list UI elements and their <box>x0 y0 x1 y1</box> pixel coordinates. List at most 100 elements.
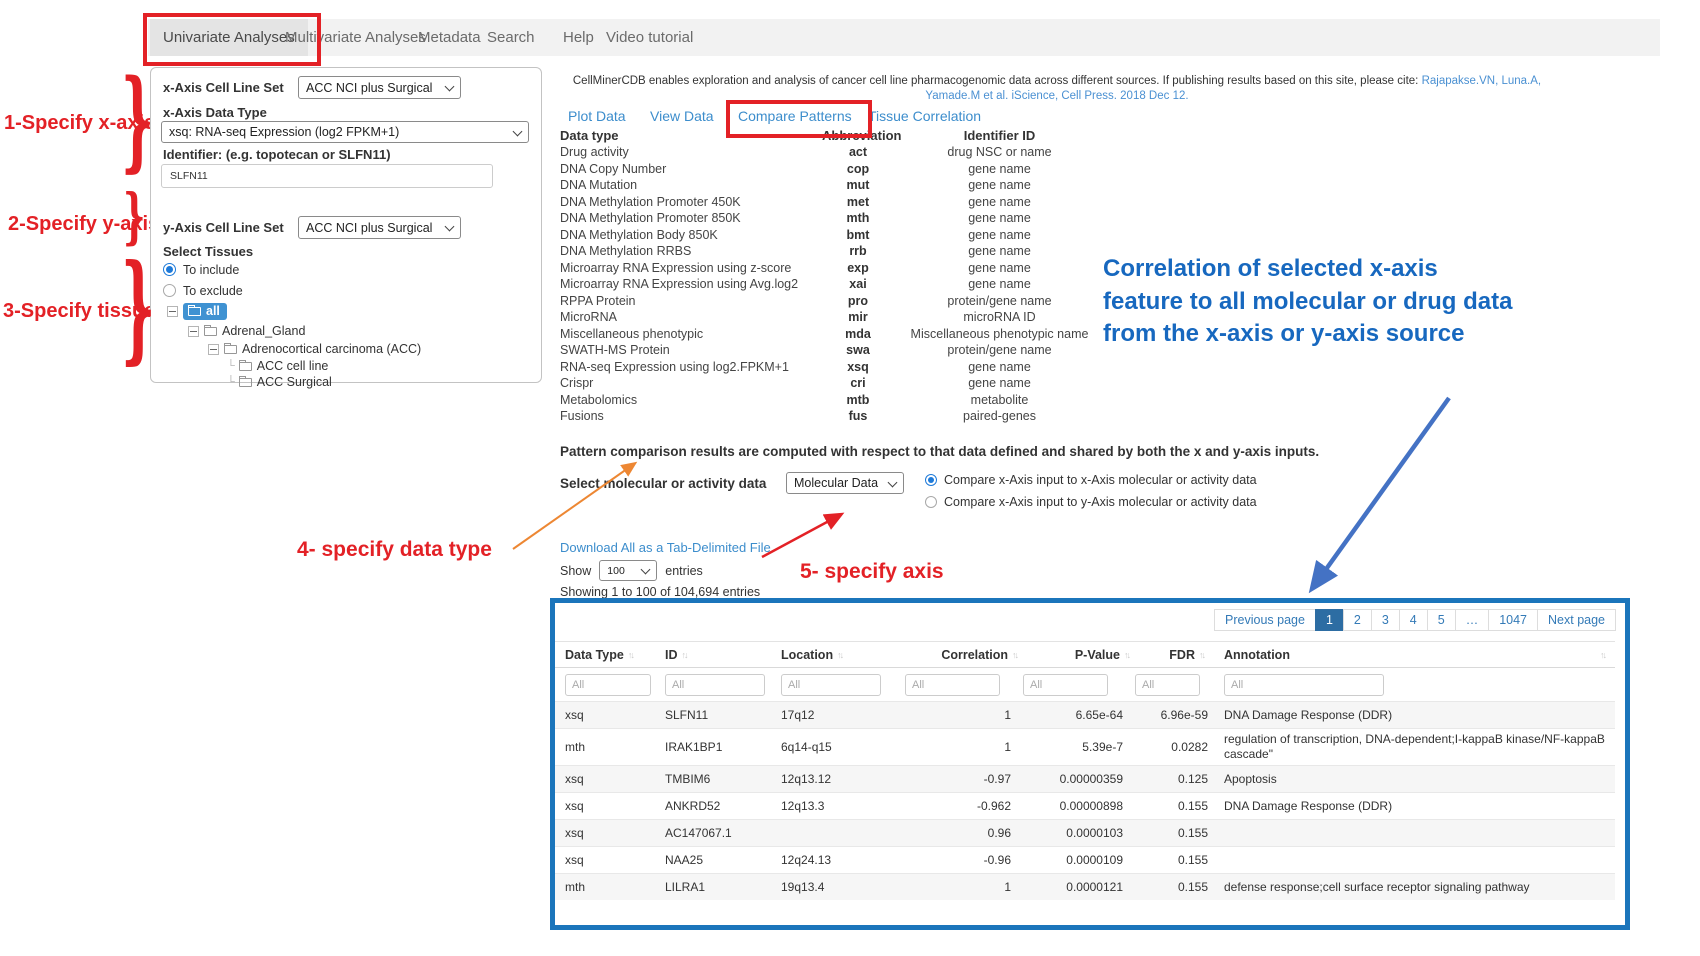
ref-cell-data-type: RPPA Protein <box>560 294 822 311</box>
page-button[interactable]: 2 <box>1343 609 1372 631</box>
column-header-location[interactable]: Location↑↓ <box>781 648 905 662</box>
sort-icon[interactable]: ↑↓ <box>1199 650 1204 660</box>
ref-cell-data-type: Drug activity <box>560 145 822 162</box>
result-row[interactable]: mthIRAK1BP16q14-q1515.39e-70.0282regulat… <box>555 728 1615 765</box>
exclude-label: To exclude <box>183 284 243 298</box>
sort-icon[interactable]: ↑↓ <box>837 650 842 660</box>
cell-p_value: 0.0000103 <box>1023 826 1135 840</box>
y-cell-line-set-select[interactable]: ACC NCI plus Surgical <box>298 216 461 239</box>
column-header-p-value[interactable]: P-Value ↑↓ <box>1023 648 1135 662</box>
chevron-down-icon <box>641 565 651 575</box>
column-header-fdr[interactable]: FDR↑↓ <box>1135 648 1210 662</box>
page-length-select[interactable]: 100 <box>599 560 657 581</box>
ref-cell-abbreviation: exp <box>822 261 894 278</box>
show-entries-row: Show 100 entries <box>560 560 703 581</box>
tab-plot-data[interactable]: Plot Data <box>568 108 626 124</box>
nav-help[interactable]: Help <box>563 19 594 56</box>
annotation-step4: 4- specify data type <box>297 538 492 562</box>
tab-tissue-correlation[interactable]: Tissue Correlation <box>868 108 981 124</box>
sort-icon[interactable]: ↑↓ <box>1012 650 1017 660</box>
sort-icon[interactable]: ↑↓ <box>1124 650 1129 660</box>
page-button[interactable]: 1 <box>1315 609 1344 631</box>
column-header-annotation[interactable]: Annotation↑↓ <box>1210 648 1605 662</box>
column-filter-input[interactable] <box>565 674 651 696</box>
collapse-icon[interactable] <box>167 306 178 317</box>
column-filter-input[interactable] <box>1023 674 1108 696</box>
ref-cell-identifier: gene name <box>894 360 1105 377</box>
x-data-type-select[interactable]: xsq: RNA-seq Expression (log2 FPKM+1) <box>161 121 529 143</box>
pattern-comparison-note: Pattern comparison results are computed … <box>560 444 1319 459</box>
ref-table-row: RNA-seq Expression using log2.FPKM+1xsqg… <box>560 360 1105 377</box>
nav-multivariate-analyses[interactable]: Multivariate Analyses <box>285 19 426 56</box>
result-row[interactable]: xsqAC147067.10.960.00001030.155 <box>555 819 1615 846</box>
tab-view-data[interactable]: View Data <box>650 108 714 124</box>
nav-video-tutorial[interactable]: Video tutorial <box>606 19 693 56</box>
ref-table-row: DNA Methylation Promoter 450Kmetgene nam… <box>560 195 1105 212</box>
result-row[interactable]: xsqNAA2512q24.13-0.960.00001090.155 <box>555 846 1615 873</box>
column-header-id[interactable]: ID↑↓ <box>665 648 781 662</box>
identifier-input[interactable] <box>161 164 493 188</box>
x-data-type-label: x-Axis Data Type <box>163 105 267 120</box>
ref-cell-identifier: gene name <box>894 195 1105 212</box>
tissues-exclude-option[interactable]: To exclude <box>163 284 243 298</box>
column-filter-input[interactable] <box>665 674 765 696</box>
radio-selected-icon <box>925 474 937 486</box>
nav-search[interactable]: Search <box>487 19 535 56</box>
ref-cell-data-type: Crispr <box>560 376 822 393</box>
ref-table-row: Drug activityactdrug NSC or name <box>560 145 1105 162</box>
page-button[interactable]: 5 <box>1427 609 1456 631</box>
ref-cell-abbreviation: mda <box>822 327 894 344</box>
result-row[interactable]: xsqANKRD5212q13.3-0.9620.000008980.155DN… <box>555 792 1615 819</box>
column-filter-input[interactable] <box>1135 674 1200 696</box>
column-filter-input[interactable] <box>1224 674 1384 696</box>
ref-table-row: Miscellaneous phenotypicmdaMiscellaneous… <box>560 327 1105 344</box>
column-filter-input[interactable] <box>905 674 1000 696</box>
previous-page-button[interactable]: Previous page <box>1214 609 1316 631</box>
tree-node-acc-cell-line[interactable]: └ ACC cell line <box>227 359 328 373</box>
filter-cell <box>1023 674 1135 696</box>
tree-node-label: Adrenocortical carcinoma (ACC) <box>242 342 421 356</box>
axis-settings-panel: x-Axis Cell Line Set ACC NCI plus Surgic… <box>150 67 542 383</box>
result-row[interactable]: mthLILRA119q13.410.00001210.155defense r… <box>555 873 1615 900</box>
compare-x-axis-option[interactable]: Compare x-Axis input to x-Axis molecular… <box>925 473 1257 487</box>
cell-p_value: 6.65e-64 <box>1023 708 1135 722</box>
page-button[interactable]: 4 <box>1399 609 1428 631</box>
download-all-link[interactable]: Download All as a Tab-Delimited File <box>560 540 771 555</box>
brace-step2: } <box>123 186 146 246</box>
tab-compare-patterns[interactable]: Compare Patterns <box>738 108 852 124</box>
result-row[interactable]: xsqSLFN1117q1216.65e-646.96e-59DNA Damag… <box>555 701 1615 728</box>
collapse-icon[interactable] <box>188 326 199 337</box>
folder-icon <box>239 378 252 387</box>
collapse-icon[interactable] <box>208 344 219 355</box>
ref-header-abbreviation: Abbreviation <box>822 128 894 145</box>
page-button[interactable]: 1047 <box>1488 609 1538 631</box>
cell-p_value: 0.00000359 <box>1023 772 1135 786</box>
page-button[interactable]: … <box>1455 609 1490 631</box>
tissues-include-option[interactable]: To include <box>163 263 239 277</box>
tree-node-acc[interactable]: Adrenocortical carcinoma (ACC) <box>208 342 421 356</box>
page-button[interactable]: 3 <box>1371 609 1400 631</box>
ref-cell-data-type: DNA Mutation <box>560 178 822 195</box>
ref-cell-abbreviation: bmt <box>822 228 894 245</box>
column-header-correlation[interactable]: Correlation↑↓ <box>905 648 1023 662</box>
molecular-data-select[interactable]: Molecular Data <box>786 472 904 494</box>
column-header-data-type[interactable]: Data Type↑↓ <box>565 648 665 662</box>
sort-icon[interactable]: ↑↓ <box>682 650 687 660</box>
column-filter-input[interactable] <box>781 674 881 696</box>
sort-icon[interactable]: ↑↓ <box>628 650 633 660</box>
folder-icon <box>188 307 201 316</box>
ref-cell-data-type: DNA Copy Number <box>560 162 822 179</box>
next-page-button[interactable]: Next page <box>1537 609 1616 631</box>
ref-header-identifier-id: Identifier ID <box>894 128 1105 145</box>
result-row[interactable]: xsqTMBIM612q13.12-0.970.000003590.125Apo… <box>555 765 1615 792</box>
compare-y-axis-option[interactable]: Compare x-Axis input to y-Axis molecular… <box>925 495 1257 509</box>
cell-correlation: 1 <box>905 740 1023 754</box>
nav-metadata[interactable]: Metadata <box>418 19 481 56</box>
tree-node-all[interactable]: all <box>167 303 227 320</box>
column-header-label: P-Value <box>1075 648 1120 662</box>
tree-node-adrenal-gland[interactable]: Adrenal_Gland <box>188 324 305 338</box>
x-cell-line-set-select[interactable]: ACC NCI plus Surgical <box>298 76 461 99</box>
sort-icon[interactable]: ↑↓ <box>1600 650 1605 660</box>
cell-p_value: 0.0000109 <box>1023 853 1135 867</box>
tree-node-acc-surgical[interactable]: └ ACC Surgical <box>227 375 332 389</box>
